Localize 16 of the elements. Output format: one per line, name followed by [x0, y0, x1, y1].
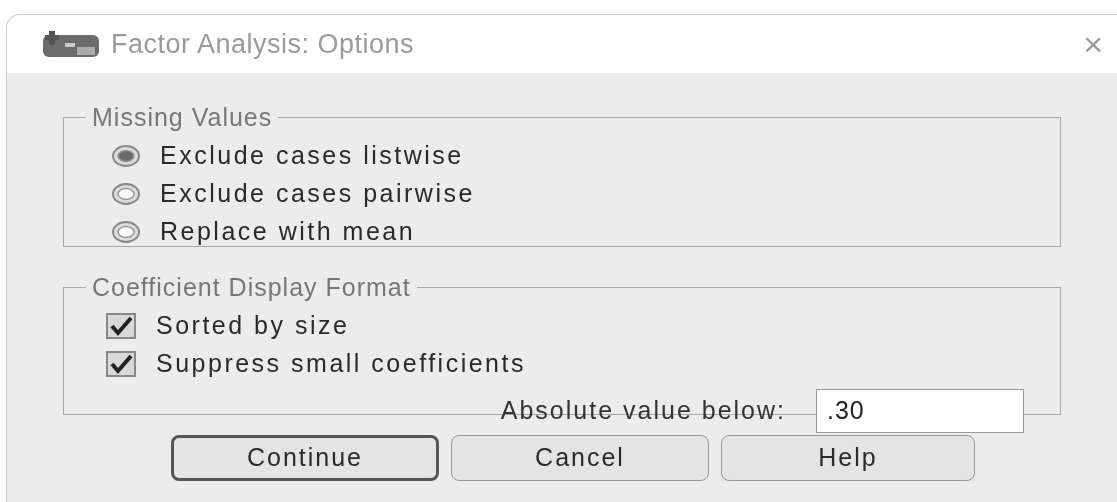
- group-legend: Coefficient Display Format: [86, 269, 417, 307]
- radio-label: Replace with mean: [160, 215, 416, 247]
- checkbox-label: Suppress small coefficients: [156, 347, 526, 379]
- group-legend: Missing Values: [86, 99, 279, 137]
- checkbox[interactable]: [106, 312, 136, 339]
- threshold-label: Absolute value below:: [500, 394, 786, 426]
- app-icon: [41, 29, 101, 59]
- dialog-button[interactable]: Continue: [171, 435, 439, 481]
- radio-label: Exclude cases pairwise: [160, 177, 475, 209]
- checkbox-label: Sorted by size: [156, 309, 350, 341]
- dialog-button[interactable]: Cancel: [451, 435, 709, 481]
- threshold-field[interactable]: .30: [816, 388, 1024, 433]
- dialog-button[interactable]: Help: [721, 435, 975, 481]
- window-title: Factor Analysis: Options: [111, 27, 415, 61]
- checkbox[interactable]: [106, 350, 136, 377]
- radio-label: Exclude cases listwise: [160, 139, 464, 171]
